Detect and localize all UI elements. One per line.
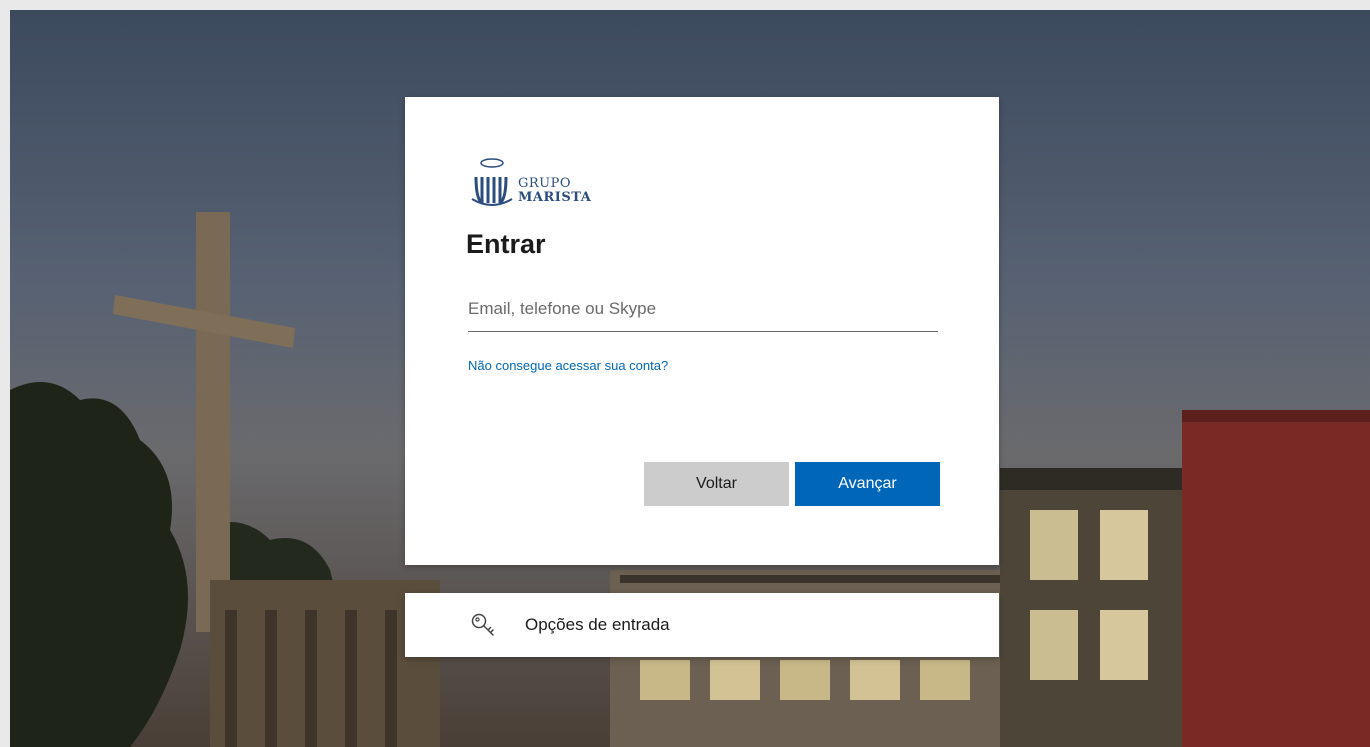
marista-emblem-icon: [471, 158, 513, 206]
screen: GRUPO MARISTA Entrar Não consegue acessa…: [0, 0, 1370, 747]
email-field[interactable]: [468, 291, 938, 332]
logo-wordmark: GRUPO MARISTA: [518, 177, 591, 205]
logo-line-1: GRUPO: [518, 176, 572, 191]
next-button[interactable]: Avançar: [795, 462, 940, 506]
cant-access-account-link[interactable]: Não consegue acessar sua conta?: [468, 358, 668, 373]
logo-line-2: MARISTA: [518, 190, 592, 205]
key-icon: [471, 613, 494, 636]
back-button[interactable]: Voltar: [644, 462, 789, 506]
sign-in-card: GRUPO MARISTA Entrar Não consegue acessa…: [405, 97, 999, 565]
grupo-marista-logo: GRUPO MARISTA: [468, 155, 591, 209]
sign-in-options-button[interactable]: Opções de entrada: [405, 593, 999, 657]
sign-in-options-label: Opções de entrada: [525, 615, 670, 634]
page-title: Entrar: [466, 229, 546, 259]
